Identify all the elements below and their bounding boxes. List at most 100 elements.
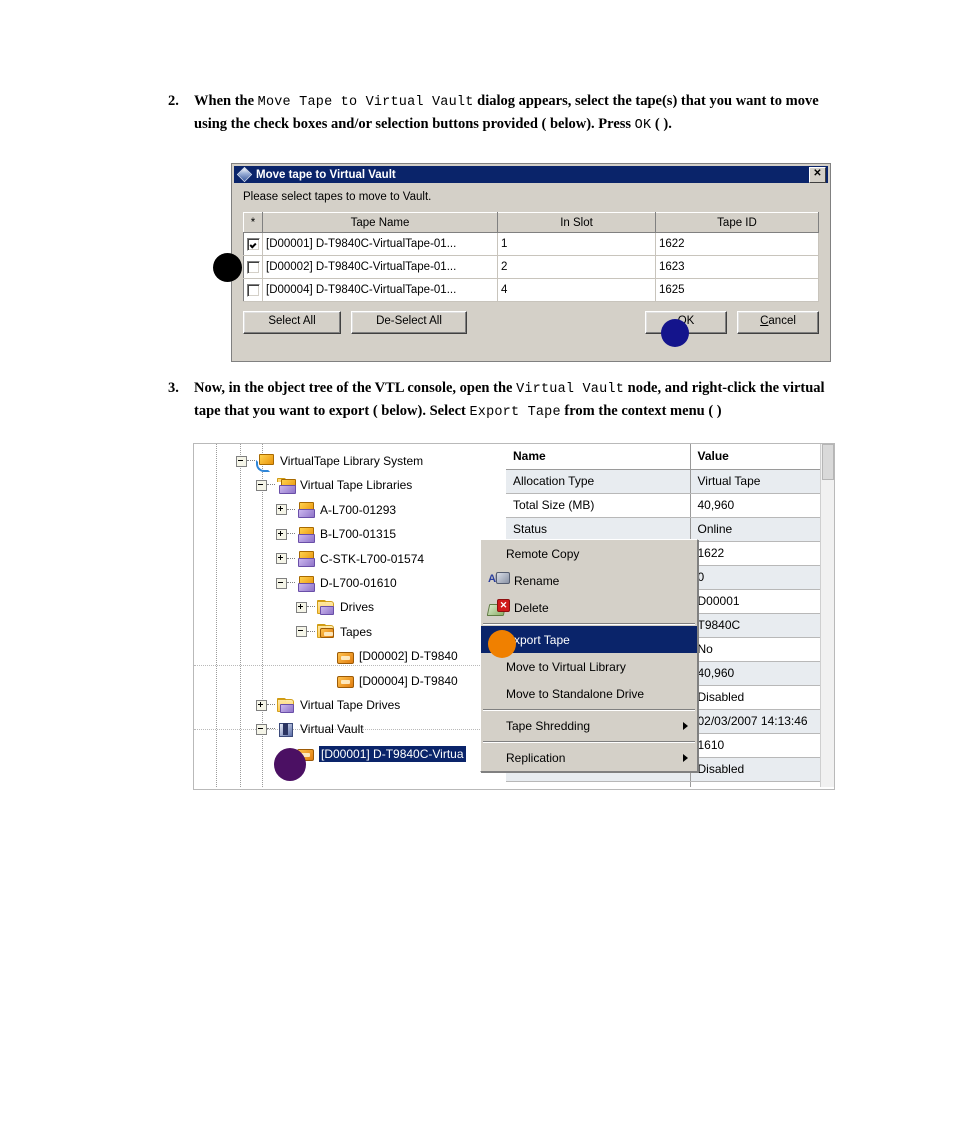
menu-item-tape-shredding[interactable]: Tape Shredding [481,712,697,739]
row-checkbox-cell[interactable] [243,255,263,279]
tree-item-virtual-vault[interactable]: Virtual Vault [256,718,364,740]
column-header-check[interactable]: * [243,212,263,233]
tree-item-c-stk-l700-01574[interactable]: C-STK-L700-01574 [276,548,424,570]
properties-header-value[interactable]: Value [690,444,834,470]
menu-item-remote-copy[interactable]: Remote Copy [481,540,697,567]
dialog-body: Please select tapes to move to Vault. * … [234,183,828,341]
properties-row[interactable]: Total Size (MB) 40,960 [506,493,834,518]
row-checkbox-cell[interactable] [243,278,263,302]
rename-icon: AB [488,571,510,590]
menu-item-label: Move to Standalone Drive [506,686,645,701]
properties-cell-name: Allocation Type [506,469,691,494]
tree-item-virtual-tape-drives[interactable]: Virtual Tape Drives [256,694,400,716]
inline-text: When the [194,93,258,109]
table-row[interactable]: [D00002] D-T9840C-VirtualTape-01... 2 1623 [243,255,819,279]
tree-item-b-l700-01315[interactable]: B-L700-01315 [276,523,396,545]
tree-connector [267,484,275,486]
column-header-tape-name[interactable]: Tape Name [262,212,498,233]
submenu-arrow-icon [683,753,688,762]
properties-header-row: Name Value [506,444,834,470]
tree-connector [287,533,295,535]
tree-connector [267,704,275,706]
tree-item-label: D-L700-01610 [320,576,397,590]
column-header-in-slot[interactable]: In Slot [497,212,656,233]
properties-row[interactable]: Allocation Type Virtual Tape [506,469,834,494]
folder-drives-icon [277,697,295,713]
step-2-text: When the Move Tape to Virtual Vault dial… [194,91,840,136]
checkbox-unchecked-icon[interactable] [246,260,260,274]
menu-item-replication[interactable]: Replication [481,744,697,771]
menu-item-move-to-standalone-drive[interactable]: Move to Standalone Drive [481,680,697,707]
checkbox-checked-icon[interactable] [246,237,260,251]
expander-plus-icon[interactable] [276,504,287,516]
properties-row[interactable] [506,781,834,787]
folder-library-icon [277,477,296,494]
delete-icon: ✕ [486,598,510,617]
tree-item-drives[interactable]: Drives [296,596,374,618]
properties-cell-value: Virtual Tape [690,469,834,494]
object-tree-pane[interactable]: VirtualTape Library System Virtual Tape L… [194,444,506,787]
deselect-all-button[interactable]: De-Select All [351,311,467,334]
delete-x-glyph: ✕ [497,598,510,612]
properties-row[interactable]: Status Online [506,517,834,542]
table-row[interactable]: [D00001] D-T9840C-VirtualTape-01... 1 1622 [243,232,819,256]
properties-cell-value: T9840C [690,613,834,638]
tape-icon [336,649,354,664]
table-header-row: * Tape Name In Slot Tape ID [243,212,819,233]
inline-text: ( ). [651,115,672,132]
tree-item-label: C-STK-L700-01574 [320,551,425,566]
vtl-console-screenshot: VirtualTape Library System Virtual Tape L… [193,443,835,790]
properties-scrollbar[interactable] [820,444,834,787]
callout-marker-black [213,253,242,282]
expander-plus-icon[interactable] [276,553,287,565]
callout-marker-blue [661,319,689,347]
table-row[interactable]: [D00004] D-T9840C-VirtualTape-01... 4 1625 [243,278,819,302]
menu-item-label: Delete [514,600,549,615]
expander-minus-icon[interactable] [296,626,307,638]
close-icon[interactable]: ✕ [809,166,826,183]
expander-plus-icon[interactable] [256,699,267,711]
inline-code: Move Tape to Virtual Vault [257,95,474,110]
properties-cell-value: 1610 [690,733,834,758]
expander-minus-icon[interactable] [276,577,287,589]
tree-guide-line [240,444,241,787]
menu-item-rename[interactable]: AB Rename [481,567,697,594]
menu-item-move-to-virtual-library[interactable]: Move to Virtual Library [481,653,697,680]
tree-item-virtualtape-library-system[interactable]: VirtualTape Library System [236,450,423,472]
column-header-tape-id[interactable]: Tape ID [655,212,819,233]
tree-item-d00004-d-t9840[interactable]: [D00004] D-T9840 [316,670,458,692]
menu-item-label: Replication [506,750,566,765]
tree-item-label: VirtualTape Library System [280,454,424,468]
row-checkbox-cell[interactable] [243,232,263,256]
expander-plus-icon[interactable] [296,601,307,613]
callout-marker-orange [488,630,516,658]
expander-plus-icon[interactable] [276,528,287,540]
cancel-button[interactable]: Cancel [737,311,819,334]
tree-connector [287,557,295,560]
tree-item-a-l700-01293[interactable]: A-L700-01293 [276,499,396,521]
expander-minus-icon[interactable] [256,723,267,735]
expander-minus-icon[interactable] [256,479,267,491]
submenu-arrow-icon [683,721,688,730]
select-all-button[interactable]: Select All [243,311,341,334]
menu-item-delete[interactable]: ✕ Delete [481,594,697,621]
step-3-number: 3. [168,380,179,396]
tree-item-d-l700-01610[interactable]: D-L700-01610 [276,572,397,594]
tree-item-virtual-tape-libraries[interactable]: Virtual Tape Libraries [256,474,412,496]
menu-separator [483,741,695,743]
step-2-number: 2. [168,93,179,109]
cell-tape-id: 1623 [655,255,819,279]
step-2: 2. When the Move Tape to Virtual Vault d… [168,91,840,136]
scrollbar-thumb[interactable] [822,444,834,480]
tree-item-label: Drives [340,600,375,615]
tree-item-tapes[interactable]: Tapes [296,621,372,643]
document-page: 2. When the Move Tape to Virtual Vault d… [0,0,954,1145]
properties-cell-value: Disabled [690,685,834,710]
tree-item-d00002-d-t9840[interactable]: [D00002] D-T9840 [316,645,458,667]
expander-minus-icon[interactable] [236,455,247,467]
properties-cell-value: 1622 [690,541,834,566]
cell-in-slot: 4 [497,278,656,302]
checkbox-unchecked-icon[interactable] [246,283,260,297]
cell-tape-id: 1622 [655,232,819,256]
properties-header-name[interactable]: Name [506,444,691,470]
